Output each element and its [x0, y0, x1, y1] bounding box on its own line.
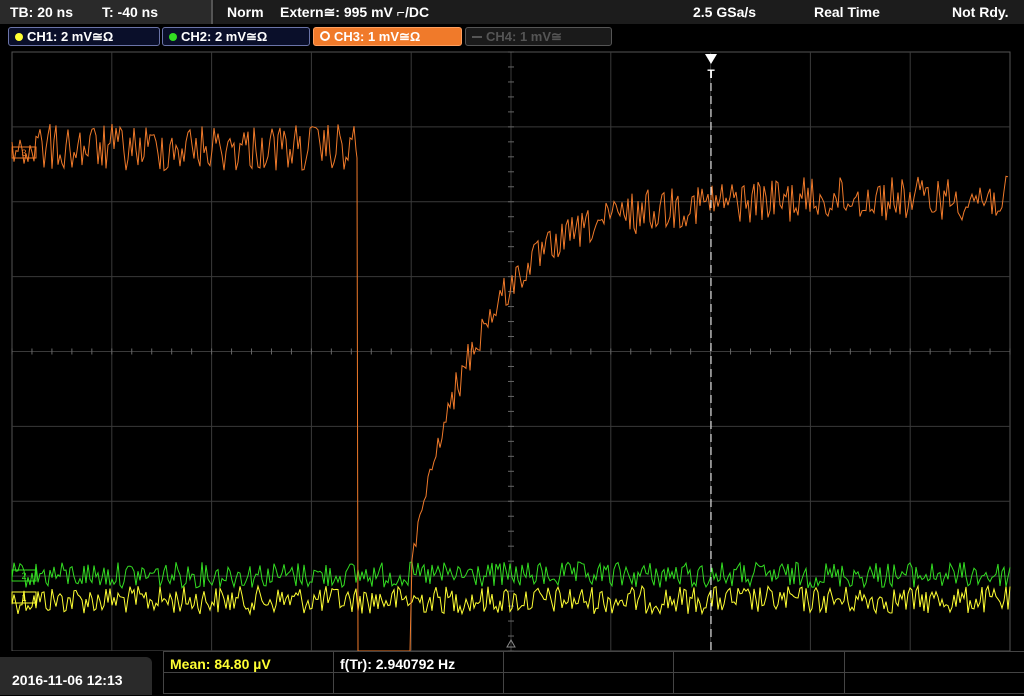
freq-measurement: f(Tr): 2.940792 Hz	[340, 656, 456, 672]
measure-cell-empty-8[interactable]	[844, 673, 1024, 694]
trigger-time-value: T: -40 ns	[102, 4, 159, 20]
measurement-panel: Mean: 84.80 µV f(Tr): 2.940792 Hz	[163, 651, 1024, 696]
status-text: Not Rdy.	[952, 4, 1009, 20]
ch3-label: CH3: 1 mV≅Ω	[334, 29, 421, 44]
acquisition-mode: Real Time	[814, 4, 880, 20]
measure-cell-empty-6[interactable]	[503, 673, 673, 694]
channel-1-button[interactable]: CH1: 2 mV≅Ω	[8, 27, 160, 46]
measure-cell-empty-7[interactable]	[673, 673, 844, 694]
channel-bar: CH1: 2 mV≅Ω CH2: 2 mV≅Ω CH3: 1 mV≅Ω CH4:…	[0, 24, 1024, 48]
top-status-bar: TB: 20 ns T: -40 ns Norm Extern≅: 995 mV…	[0, 0, 1024, 24]
measure-cell-empty-5[interactable]	[333, 673, 503, 694]
sample-rate: 2.5 GSa/s	[693, 4, 757, 20]
datetime-text: 2016-11-06 12:13	[12, 672, 123, 688]
measure-cell-empty-1[interactable]	[503, 652, 673, 673]
ch1-dot-icon	[15, 33, 23, 41]
measure-cell-empty-2[interactable]	[673, 652, 844, 673]
svg-text:3: 3	[21, 148, 26, 158]
channel-4-button[interactable]: CH4: 1 mV≅	[465, 27, 612, 46]
ch2-dot-icon	[169, 33, 177, 41]
timebase-panel[interactable]: TB: 20 ns T: -40 ns	[0, 0, 213, 24]
waveform-display[interactable]: T 3 2 1	[0, 48, 1024, 651]
channel-2-button[interactable]: CH2: 2 mV≅Ω	[162, 27, 310, 46]
trigger-source: Extern≅: 995 mV ⌐/DC	[280, 4, 430, 20]
measure-cell-freq[interactable]: f(Tr): 2.940792 Hz	[333, 652, 503, 673]
channel-3-button[interactable]: CH3: 1 mV≅Ω	[313, 27, 462, 46]
ch2-label: CH2: 2 mV≅Ω	[181, 29, 268, 44]
trigger-marker-label: T	[707, 67, 715, 81]
ch4-label: CH4: 1 mV≅	[486, 29, 562, 44]
measure-cell-empty-4[interactable]	[163, 673, 333, 694]
datetime-panel: 2016-11-06 12:13	[0, 657, 152, 695]
measure-cell-empty-3[interactable]	[844, 652, 1024, 673]
svg-text:1: 1	[21, 593, 26, 603]
svg-text:2: 2	[21, 571, 26, 581]
ch4-off-icon	[472, 36, 482, 38]
acquisition-panel[interactable]: Norm Extern≅: 995 mV ⌐/DC 2.5 GSa/s Real…	[215, 0, 1024, 24]
mean-measurement: Mean: 84.80 µV	[170, 656, 271, 672]
trigger-mode: Norm	[227, 4, 264, 20]
measure-cell-mean[interactable]: Mean: 84.80 µV	[163, 652, 333, 673]
ch3-dot-icon	[320, 31, 330, 41]
ch1-label: CH1: 2 mV≅Ω	[27, 29, 114, 44]
timebase-value: TB: 20 ns	[10, 4, 74, 20]
